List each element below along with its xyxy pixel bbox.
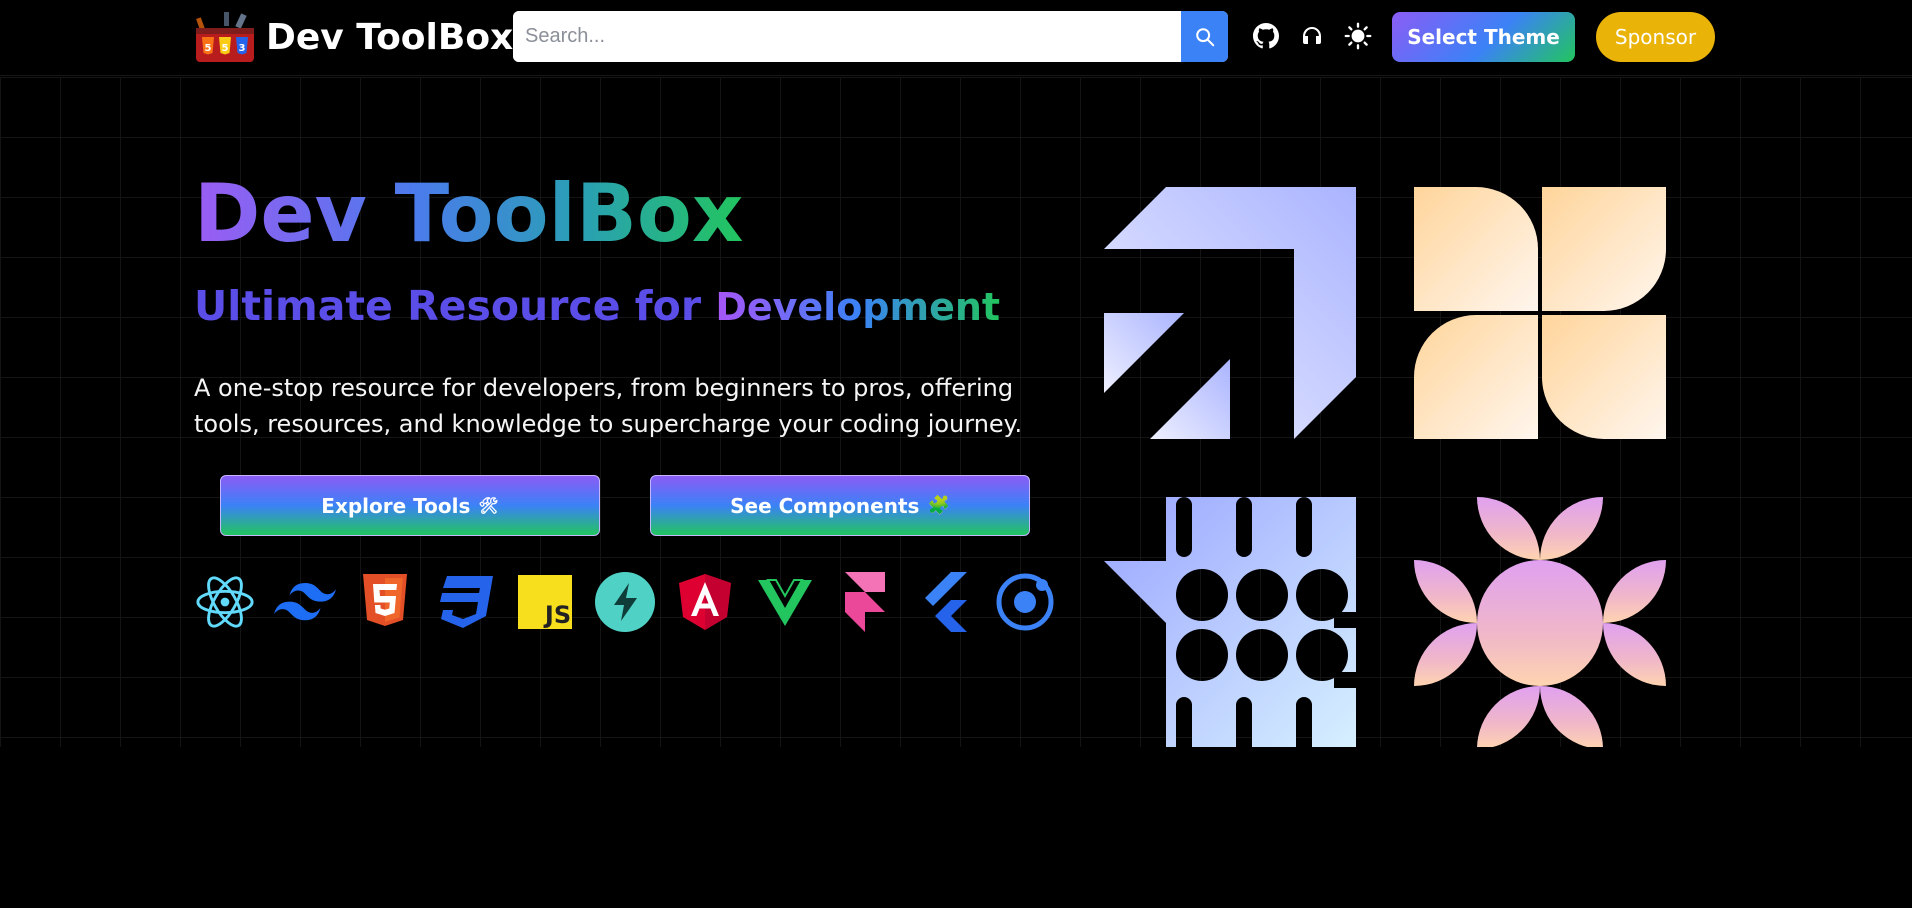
ionic-icon[interactable] xyxy=(994,571,1056,633)
framer-icon[interactable] xyxy=(834,571,896,633)
headset-icon xyxy=(1303,27,1321,44)
search-input[interactable] xyxy=(513,11,1181,62)
svg-text:5: 5 xyxy=(222,43,229,54)
brand-link[interactable]: 5 5 3 Dev ToolBox xyxy=(194,10,513,64)
sun-icon xyxy=(1344,22,1372,50)
puzzle-icon: 🧩 xyxy=(927,495,950,516)
hero-subtitle: Ultimate Resource for Development xyxy=(194,282,1000,330)
explore-tools-button[interactable]: Explore Tools 🛠 xyxy=(220,475,600,536)
astro-icon[interactable] xyxy=(594,571,656,633)
see-components-button[interactable]: See Components 🧩 xyxy=(650,475,1030,536)
brand-name: Dev ToolBox xyxy=(266,16,514,58)
hero-subtitle-highlight: Development xyxy=(715,285,1001,329)
arrow-shape xyxy=(1104,187,1356,439)
angular-icon[interactable] xyxy=(674,571,736,633)
react-icon[interactable] xyxy=(194,571,256,633)
see-components-label: See Components xyxy=(730,493,920,518)
js-badge-label: JS xyxy=(543,601,571,629)
select-theme-button[interactable]: Select Theme xyxy=(1392,12,1575,62)
vue-icon[interactable] xyxy=(754,571,816,633)
github-link[interactable] xyxy=(1251,21,1281,51)
search-bar xyxy=(513,11,1228,62)
hero-subtitle-prefix: Ultimate Resource for xyxy=(194,282,716,330)
search-icon xyxy=(1195,27,1214,46)
flower-shape xyxy=(1414,497,1666,747)
tech-icon-row: JS xyxy=(194,571,1074,635)
github-icon xyxy=(1253,23,1279,49)
sponsor-button[interactable]: Sponsor xyxy=(1596,12,1715,62)
tools-icon: 🛠 xyxy=(478,496,499,515)
html5-icon[interactable] xyxy=(354,571,416,633)
support-link[interactable] xyxy=(1297,21,1327,51)
javascript-icon[interactable]: JS xyxy=(514,571,576,633)
svg-text:3: 3 xyxy=(239,43,246,54)
tailwind-icon[interactable] xyxy=(274,571,336,633)
hero-description: A one-stop resource for developers, from… xyxy=(194,374,1023,438)
search-button[interactable] xyxy=(1181,11,1228,62)
navbar: 5 5 3 Dev ToolBox Search... Select Theme… xyxy=(0,0,1912,76)
page: 5 5 3 Dev ToolBox Search... Select Theme… xyxy=(0,0,1912,908)
svg-text:5: 5 xyxy=(205,43,212,54)
css3-icon[interactable] xyxy=(434,571,496,633)
toolbox-logo-icon: 5 5 3 xyxy=(194,10,256,64)
flutter-icon[interactable] xyxy=(914,571,976,633)
theme-toggle[interactable] xyxy=(1343,21,1373,51)
hero-title: Dev ToolBox xyxy=(194,167,744,260)
grid-circles-shape xyxy=(1104,497,1356,747)
hero-section: Dev ToolBox Ultimate Resource for Develo… xyxy=(0,77,1912,747)
clover-shape xyxy=(1414,187,1666,439)
explore-tools-label: Explore Tools xyxy=(321,493,471,518)
